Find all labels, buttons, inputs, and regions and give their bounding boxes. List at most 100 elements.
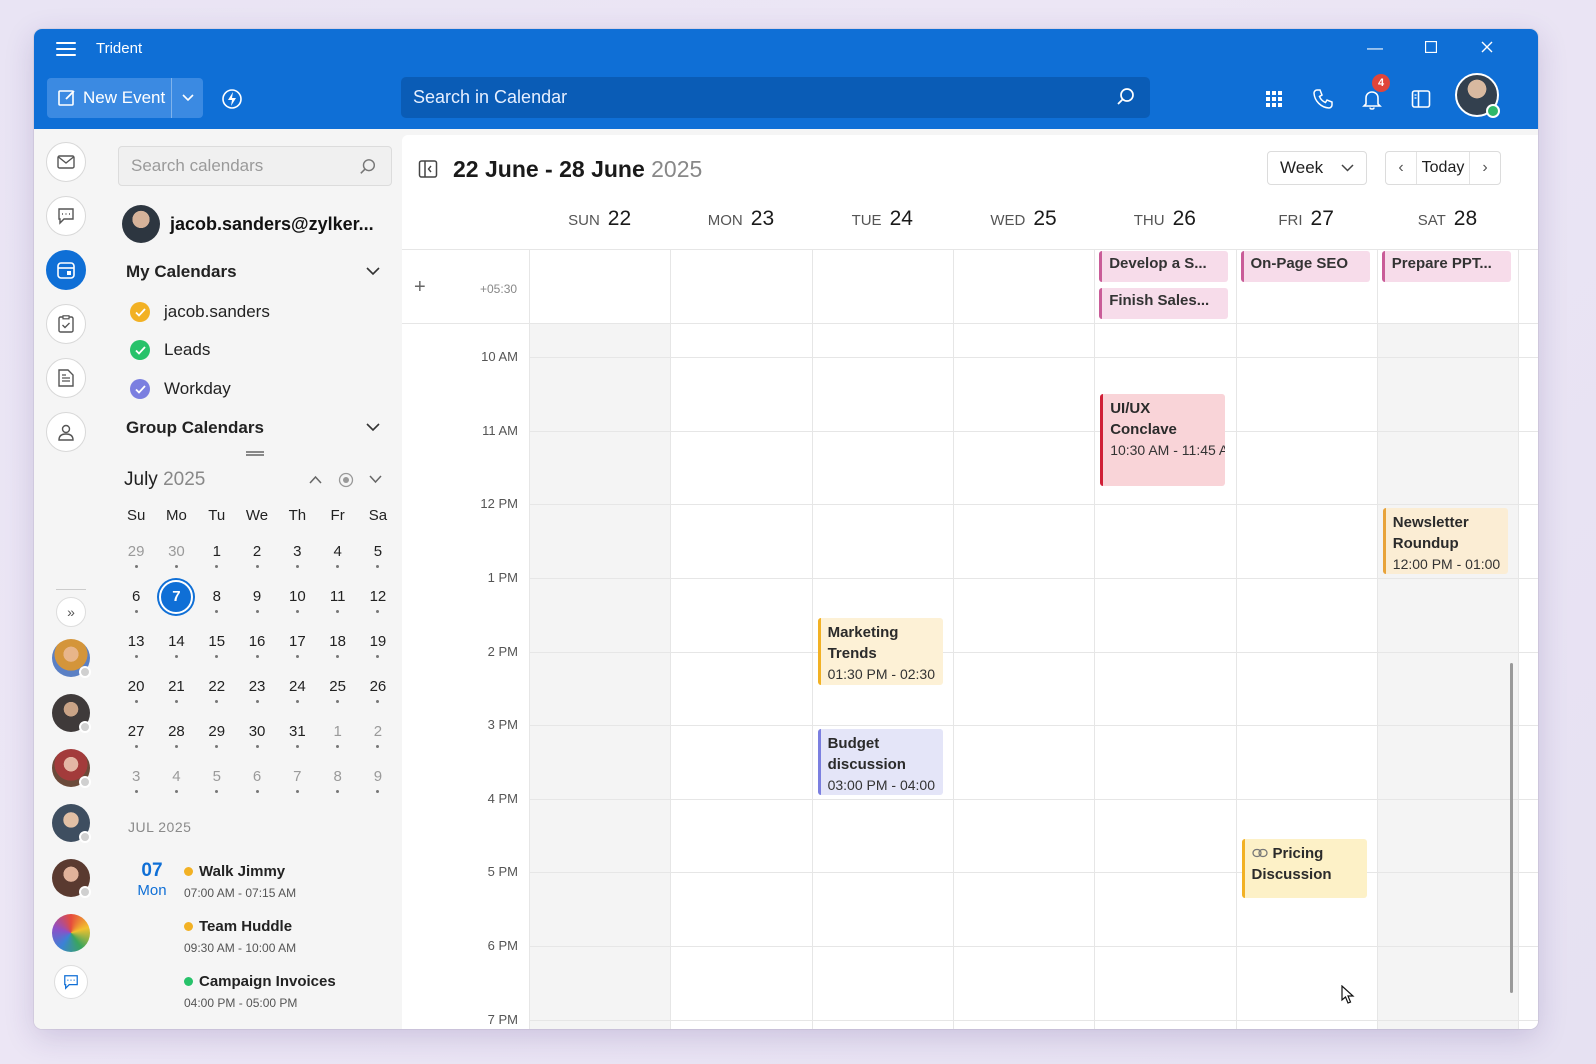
menu-icon[interactable] [56,42,76,56]
mini-day-cell[interactable]: 31 [277,709,317,754]
mini-day-cell[interactable]: 6 [116,574,156,619]
search-icon[interactable] [359,158,377,181]
contact-avatar-1[interactable] [52,639,91,678]
mini-day-cell[interactable]: 11 [317,574,357,619]
group-calendars-heading[interactable]: Group Calendars [126,418,264,438]
mini-day-cell[interactable]: 18 [317,619,357,664]
mini-day-cell[interactable]: 5 [358,529,398,574]
today-button[interactable]: Today [1416,152,1470,184]
day-header[interactable]: SUN 22 [529,207,670,247]
panel-toggle-icon[interactable] [1409,87,1433,111]
calendar-event[interactable]: UI/UX Conclave 10:30 AM - 11:45 AM [1100,393,1226,486]
mini-day-cell[interactable]: 10 [277,574,317,619]
mini-day-cell[interactable]: 9 [358,754,398,799]
mail-icon[interactable] [46,142,86,182]
mini-day-cell[interactable]: 4 [156,754,196,799]
mini-day-cell[interactable]: 12 [358,574,398,619]
mini-day-cell[interactable]: 8 [317,754,357,799]
agenda-item[interactable]: Team Huddle 09:30 AM - 10:00 AM [184,918,296,955]
mini-day-cell[interactable]: 29 [197,709,237,754]
add-allday-icon[interactable]: + [414,276,426,299]
mini-day-cell[interactable]: 8 [197,574,237,619]
view-select[interactable]: Week [1267,151,1367,185]
contact-avatar-3[interactable] [52,749,91,788]
mini-day-cell[interactable]: 23 [237,664,277,709]
expand-icon[interactable]: » [56,597,86,627]
mini-day-cell[interactable]: 7 [277,754,317,799]
sidebar-toggle-icon[interactable] [418,159,438,179]
calendar-event[interactable]: Marketing Trends 01:30 PM - 02:30 [817,618,943,685]
mini-day-cell[interactable]: 30 [156,529,196,574]
apps-grid-icon[interactable] [1262,87,1286,111]
new-event-button[interactable]: New Event [47,78,203,118]
contact-avatar-6[interactable] [52,914,90,952]
chat-bubble-icon[interactable] [54,965,88,999]
day-header[interactable]: THU 26 [1094,207,1235,247]
calendar-search[interactable] [401,77,1150,118]
calendar-event[interactable]: Budget discussion 03:00 PM - 04:00 [817,728,943,796]
mini-day-cell[interactable]: 17 [277,619,317,664]
mini-day-cell[interactable]: 3 [277,529,317,574]
mini-day-cell[interactable]: 24 [277,664,317,709]
day-header[interactable]: SAT 28 [1377,207,1518,247]
agenda-item[interactable]: Campaign Invoices 04:00 PM - 05:00 PM [184,973,336,1010]
mini-day-cell[interactable]: 1 [197,529,237,574]
day-header[interactable]: MON 23 [670,207,811,247]
target-icon[interactable] [338,472,354,488]
user-account[interactable]: jacob.sanders@zylker... [122,205,374,243]
mini-day-cell[interactable]: 27 [116,709,156,754]
my-calendars-heading[interactable]: My Calendars [126,262,237,282]
calendar-item-workday[interactable]: Workday [130,379,231,399]
lightning-icon[interactable] [220,87,244,111]
check-icon[interactable] [130,340,150,360]
mini-day-cell[interactable]: 9 [237,574,277,619]
calendar-event[interactable]: Pricing Discussion [1241,839,1367,899]
mini-day-cell[interactable]: 6 [237,754,277,799]
all-day-event[interactable]: Finish Sales... [1099,288,1229,319]
next-week-button[interactable]: › [1470,159,1500,177]
new-event-dropdown[interactable] [172,78,203,118]
check-icon[interactable] [130,302,150,322]
mini-day-cell[interactable]: 29 [116,529,156,574]
vertical-scrollbar[interactable] [1510,663,1513,993]
calendars-search[interactable] [118,146,392,186]
calendar-item-leads[interactable]: Leads [130,340,210,360]
calendar-item-jacob[interactable]: jacob.sanders [130,302,270,322]
mini-day-cell[interactable]: 25 [317,664,357,709]
mini-day-cell[interactable]: 16 [237,619,277,664]
mini-day-cell[interactable]: 19 [358,619,398,664]
day-header[interactable]: TUE 24 [812,207,953,247]
mini-day-cell[interactable]: 21 [156,664,196,709]
all-day-event[interactable]: Develop a S... [1099,251,1229,282]
mini-day-cell[interactable]: 30 [237,709,277,754]
all-day-event[interactable]: On-Page SEO [1240,251,1370,282]
contact-avatar-2[interactable] [52,694,91,733]
contact-avatar-5[interactable] [52,859,91,898]
chevron-down-icon[interactable] [369,475,382,484]
mini-day-cell[interactable]: 7 [156,574,196,619]
close-icon[interactable] [1472,37,1502,61]
mini-day-cell[interactable]: 28 [156,709,196,754]
mini-day-cell[interactable]: 4 [317,529,357,574]
phone-icon[interactable] [1311,87,1335,111]
minimize-icon[interactable]: — [1360,37,1390,61]
day-header[interactable]: FRI 27 [1236,207,1377,247]
resize-handle[interactable] [246,451,264,456]
mini-day-cell[interactable]: 13 [116,619,156,664]
notes-icon[interactable] [46,358,86,398]
mini-day-cell[interactable]: 1 [317,709,357,754]
search-icon[interactable] [1116,87,1136,112]
chat-icon[interactable] [46,196,86,236]
previous-week-button[interactable]: ‹ [1386,159,1416,177]
tasks-icon[interactable] [46,304,86,344]
mini-day-cell[interactable]: 3 [116,754,156,799]
check-icon[interactable] [130,379,150,399]
mini-day-cell[interactable]: 15 [197,619,237,664]
mini-day-cell[interactable]: 5 [197,754,237,799]
calendar-search-input[interactable] [401,77,1150,118]
calendars-search-input[interactable] [119,147,391,185]
chevron-down-icon[interactable] [366,423,380,432]
mini-day-cell[interactable]: 14 [156,619,196,664]
mini-day-cell[interactable]: 22 [197,664,237,709]
new-event-main[interactable]: New Event [47,78,172,118]
